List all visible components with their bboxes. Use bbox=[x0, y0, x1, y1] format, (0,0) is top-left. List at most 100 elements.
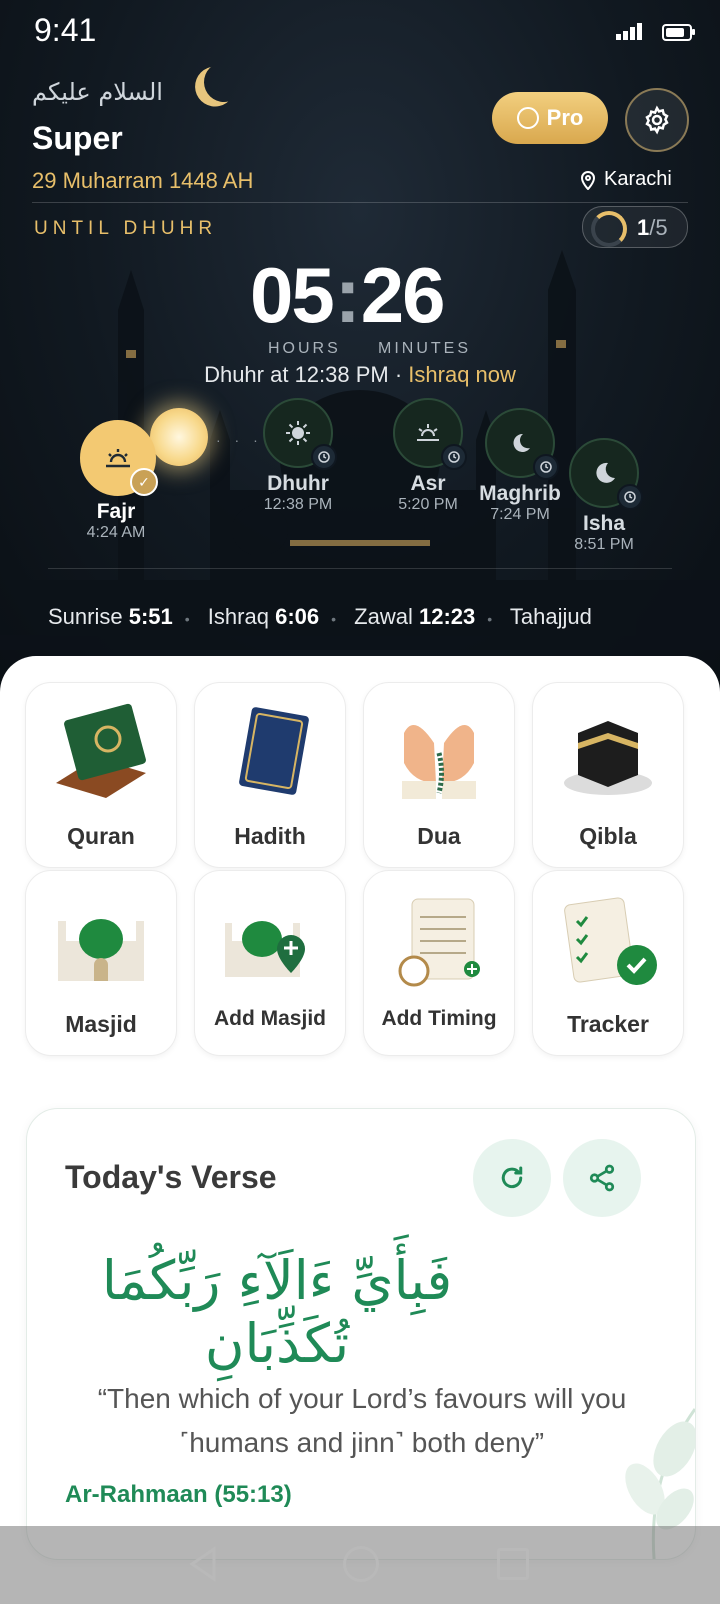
progress-ring-icon bbox=[591, 211, 627, 247]
prayer-name: Maghrib bbox=[479, 482, 561, 505]
status-time: 9:41 bbox=[34, 12, 97, 48]
feature-masjid[interactable]: Masjid bbox=[25, 870, 177, 1056]
pro-label: Pro bbox=[546, 105, 584, 130]
feature-label: Add Masjid bbox=[213, 1007, 326, 1030]
prayer-dhuhr[interactable]: Dhuhr 12:38 PM bbox=[256, 398, 340, 514]
feature-label: Dua bbox=[417, 823, 461, 849]
todays-verse-card: Today's Verse فَبِأَيِّ ءَالَآءِ رَبِّكُ… bbox=[26, 1108, 696, 1560]
feature-qibla[interactable]: Qibla bbox=[532, 682, 684, 868]
sun-low-icon bbox=[417, 424, 439, 441]
zawal-label: Zawal bbox=[354, 604, 413, 629]
prayer-name: Isha bbox=[582, 512, 626, 535]
verse-arabic: فَبِأَيِّ ءَالَآءِ رَبِّكُمَا تُكَذِّبَا… bbox=[101, 1249, 453, 1375]
sun-icon bbox=[286, 421, 310, 445]
timing-calendar-icon bbox=[382, 889, 496, 993]
clock-icon bbox=[311, 444, 337, 470]
back-icon[interactable] bbox=[188, 1546, 218, 1582]
crescent-moon-icon bbox=[201, 59, 247, 105]
countdown-hours: 05 bbox=[250, 251, 335, 339]
quran-book-icon bbox=[44, 701, 158, 805]
countdown-timer: 05:26 bbox=[250, 251, 446, 339]
feature-dua[interactable]: Dua bbox=[363, 682, 515, 868]
pro-button[interactable]: Pro bbox=[492, 92, 608, 144]
prayer-isha[interactable]: Isha 8:51 PM bbox=[562, 438, 646, 554]
hours-label: HOURS bbox=[268, 340, 341, 357]
sunrise-label: Sunrise bbox=[48, 604, 123, 629]
home-icon[interactable] bbox=[343, 1546, 379, 1582]
next-prayer-text: Dhuhr at 12:38 PM · bbox=[204, 362, 409, 387]
clock-icon bbox=[441, 444, 467, 470]
battery-icon bbox=[662, 24, 695, 41]
feature-label: Quran bbox=[67, 823, 135, 849]
status-bar: 9:41 bbox=[0, 0, 720, 62]
feature-label: Hadith bbox=[234, 823, 306, 849]
minutes-label: MINUTES bbox=[378, 340, 471, 357]
hadith-book-icon bbox=[213, 701, 327, 805]
dua-hands-icon bbox=[382, 701, 496, 805]
tahajjud-label: Tahajjud bbox=[509, 604, 592, 629]
sunrise-icon bbox=[106, 449, 130, 468]
progress-done: 1 bbox=[637, 215, 650, 240]
prayer-time: 4:24 AM bbox=[86, 524, 146, 541]
moon-icon bbox=[596, 462, 615, 483]
prayer-name: Asr bbox=[410, 472, 446, 495]
prayer-time: 5:20 PM bbox=[398, 496, 458, 513]
prayer-name: Dhuhr bbox=[267, 472, 329, 495]
prayer-maghrib[interactable]: Maghrib 7:24 PM bbox=[470, 408, 570, 524]
hijri-date: 29 Muharram 1448 AH bbox=[32, 168, 254, 193]
ishraq-value: 6:06 bbox=[275, 604, 320, 629]
settings-button[interactable] bbox=[625, 88, 689, 152]
feature-quran[interactable]: Quran bbox=[25, 682, 177, 868]
share-verse-button[interactable] bbox=[563, 1139, 641, 1217]
divider bbox=[32, 202, 688, 203]
next-prayer-line: Dhuhr at 12:38 PM · Ishraq now bbox=[0, 362, 720, 388]
extra-times-row: Sunrise 5:51 • Ishraq 6:06 • Zawal 12:23 • … bbox=[48, 604, 592, 629]
feature-add-timing[interactable]: Add Timing bbox=[363, 870, 515, 1056]
prayer-asr[interactable]: Asr 5:20 PM bbox=[386, 398, 470, 514]
clock-icon bbox=[533, 454, 559, 480]
prayer-name: Fajr bbox=[96, 500, 136, 523]
feature-label: Masjid bbox=[65, 1011, 137, 1037]
feature-label: Add Timing bbox=[381, 1007, 497, 1030]
refresh-icon bbox=[501, 1166, 523, 1189]
location-pin-icon bbox=[580, 170, 596, 190]
signal-icon bbox=[616, 22, 644, 40]
feature-label: Qibla bbox=[579, 823, 637, 849]
check-icon: ✓ bbox=[130, 468, 158, 496]
verse-translation: “Then which of your Lord’s favours will … bbox=[97, 1383, 627, 1458]
gear-icon bbox=[645, 105, 669, 135]
sunrise-value: 5:51 bbox=[128, 604, 173, 629]
prayer-progress-badge[interactable]: 1/5 bbox=[582, 206, 688, 248]
prayer-time: 12:38 PM bbox=[263, 496, 333, 513]
feature-label: Tracker bbox=[567, 1011, 649, 1037]
system-navigation-bar bbox=[0, 1526, 720, 1604]
share-icon bbox=[589, 1164, 615, 1192]
verse-title: Today's Verse bbox=[65, 1159, 277, 1195]
greeting: السلام عليكم bbox=[32, 78, 163, 106]
add-mosque-icon bbox=[213, 889, 327, 993]
current-period: Ishraq now bbox=[408, 362, 516, 387]
zawal-value: 12:23 bbox=[418, 604, 476, 629]
prayer-hero: 9:41 السلام عليكم Super 29 Muharram 1448… bbox=[0, 0, 720, 700]
location-label: Karachi bbox=[604, 168, 672, 190]
ishraq-label: Ishraq bbox=[207, 604, 269, 629]
kaaba-icon bbox=[551, 701, 665, 805]
prayer-time: 7:24 PM bbox=[490, 506, 550, 523]
user-name: Super bbox=[32, 120, 123, 156]
tracker-checklist-icon bbox=[551, 889, 665, 993]
refresh-verse-button[interactable] bbox=[473, 1139, 551, 1217]
countdown-minutes: 26 bbox=[360, 251, 446, 339]
sun-icon bbox=[150, 408, 208, 466]
divider bbox=[48, 568, 672, 569]
progress-total: /5 bbox=[649, 215, 668, 240]
feature-add-masjid[interactable]: Add Masjid bbox=[194, 870, 346, 1056]
medal-icon bbox=[516, 107, 539, 129]
clock-icon bbox=[617, 484, 643, 510]
feature-hadith[interactable]: Hadith bbox=[194, 682, 346, 868]
feature-tracker[interactable]: Tracker bbox=[532, 870, 684, 1056]
location-selector[interactable]: Karachi bbox=[580, 168, 672, 191]
mosque-icon bbox=[44, 889, 158, 993]
recents-icon[interactable] bbox=[497, 1548, 529, 1580]
prayer-fajr[interactable]: ✓ Fajr 4:24 AM bbox=[80, 420, 158, 542]
countdown-label: UNTIL DHUHR bbox=[34, 218, 218, 239]
